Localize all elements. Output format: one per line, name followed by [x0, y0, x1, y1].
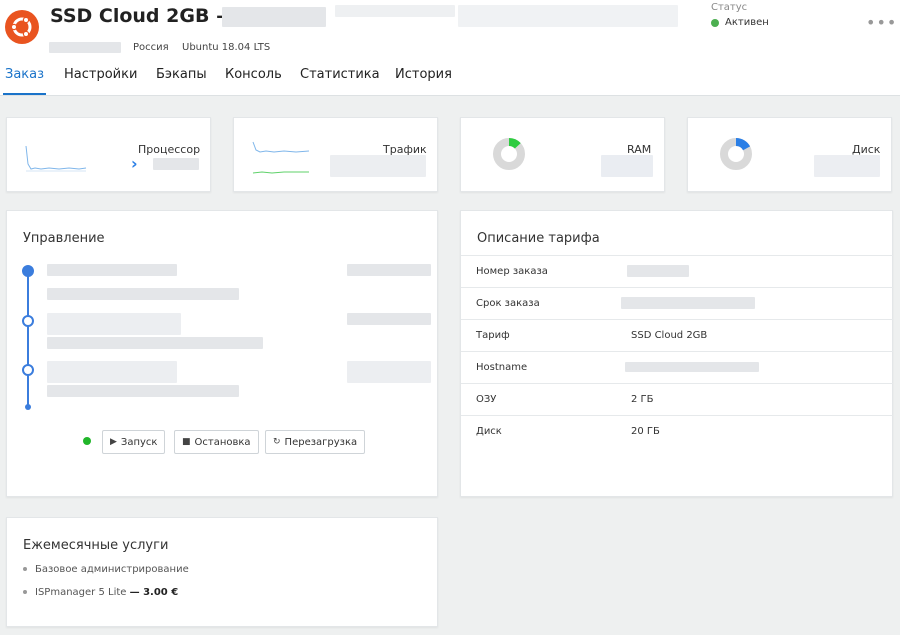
redacted-traffic-value [330, 155, 426, 177]
redacted-name [335, 5, 455, 17]
redacted-event [47, 337, 263, 349]
refresh-icon: ↻ [273, 437, 281, 447]
redacted-order-number [627, 265, 689, 277]
tariff-row: Номер заказа [461, 255, 893, 287]
tab-backups[interactable]: Бэкапы [156, 67, 207, 95]
traffic-card[interactable]: Трафик [233, 117, 438, 192]
cpu-label: Процессор [138, 143, 201, 156]
tab-console[interactable]: Консоль [225, 67, 282, 95]
ram-card[interactable]: RAM [460, 117, 665, 192]
redacted-ip [49, 42, 121, 53]
tariff-row: Диск 20 ГБ [461, 415, 893, 447]
redacted-name [222, 7, 326, 27]
tab-settings[interactable]: Настройки [64, 67, 137, 95]
redacted-order-term [621, 297, 755, 309]
redacted-event [47, 361, 177, 383]
start-button[interactable]: ▶ Запуск [102, 430, 166, 454]
timeline-end [25, 404, 31, 410]
server-country: Россия [133, 42, 169, 53]
status-indicator [711, 19, 719, 27]
redacted-event [47, 288, 239, 300]
cpu-sparkline [25, 145, 87, 172]
disk-donut-chart [720, 138, 752, 170]
redacted-event-time [347, 313, 431, 325]
redacted-hostname [625, 362, 759, 372]
tab-statistics[interactable]: Статистика [300, 67, 380, 95]
traffic-sparkline [252, 141, 310, 174]
stop-icon: ■ [182, 437, 191, 447]
redacted-event [47, 385, 239, 397]
service-item: ISPmanager 5 Lite — 3.00 € [23, 587, 178, 598]
tab-history[interactable]: История [395, 67, 452, 95]
redacted-ram-value [601, 155, 653, 177]
timeline-line [27, 269, 29, 407]
status-value: Активен [725, 17, 769, 28]
page-header: SSD Cloud 2GB — Россия Ubuntu 18.04 LTS … [0, 0, 900, 96]
timeline-node [22, 315, 34, 327]
services-card: Ежемесячные услуги Базовое администриров… [6, 517, 438, 627]
tariff-title: Описание тарифа [477, 231, 600, 246]
play-icon: ▶ [110, 437, 117, 447]
tariff-card: Описание тарифа Номер заказа Срок заказа… [460, 210, 893, 497]
redacted-disk-value [814, 155, 880, 177]
tariff-row: Срок заказа [461, 287, 893, 319]
chevron-right-icon: › [131, 154, 138, 173]
status-label: Статус [711, 2, 748, 13]
power-status-indicator [83, 437, 91, 445]
tariff-row: Тариф SSD Cloud 2GB [461, 319, 893, 351]
ram-donut-chart [493, 138, 525, 170]
timeline-node [22, 265, 34, 277]
tariff-row: Hostname [461, 351, 893, 383]
stop-button[interactable]: ■ Остановка [174, 430, 259, 454]
control-card: Управление ▶ Запуск ■ Остановка ↻ Переза… [6, 210, 438, 497]
disk-card[interactable]: Диск [687, 117, 892, 192]
redacted-event [47, 313, 181, 335]
restart-button[interactable]: ↻ Перезагрузка [265, 430, 366, 454]
redacted-event-time [347, 361, 431, 383]
ubuntu-logo-icon [5, 10, 39, 44]
cpu-card[interactable]: Процессор › [6, 117, 211, 192]
tariff-row: ОЗУ 2 ГБ [461, 383, 893, 415]
services-title: Ежемесячные услуги [23, 538, 169, 553]
server-os: Ubuntu 18.04 LTS [182, 42, 271, 53]
page-title: SSD Cloud 2GB — [50, 5, 236, 27]
control-title: Управление [23, 231, 105, 246]
redacted-event-time [347, 264, 431, 276]
more-options-icon[interactable]: ••• [866, 15, 897, 31]
timeline-node [22, 364, 34, 376]
bullet-icon [23, 567, 27, 571]
redacted-event [47, 264, 177, 276]
bullet-icon [23, 590, 27, 594]
tab-order[interactable]: Заказ [2, 67, 47, 95]
service-item: Базовое администрирование [23, 564, 189, 575]
redacted-cpu-value [153, 158, 199, 170]
redacted-name [458, 5, 678, 27]
